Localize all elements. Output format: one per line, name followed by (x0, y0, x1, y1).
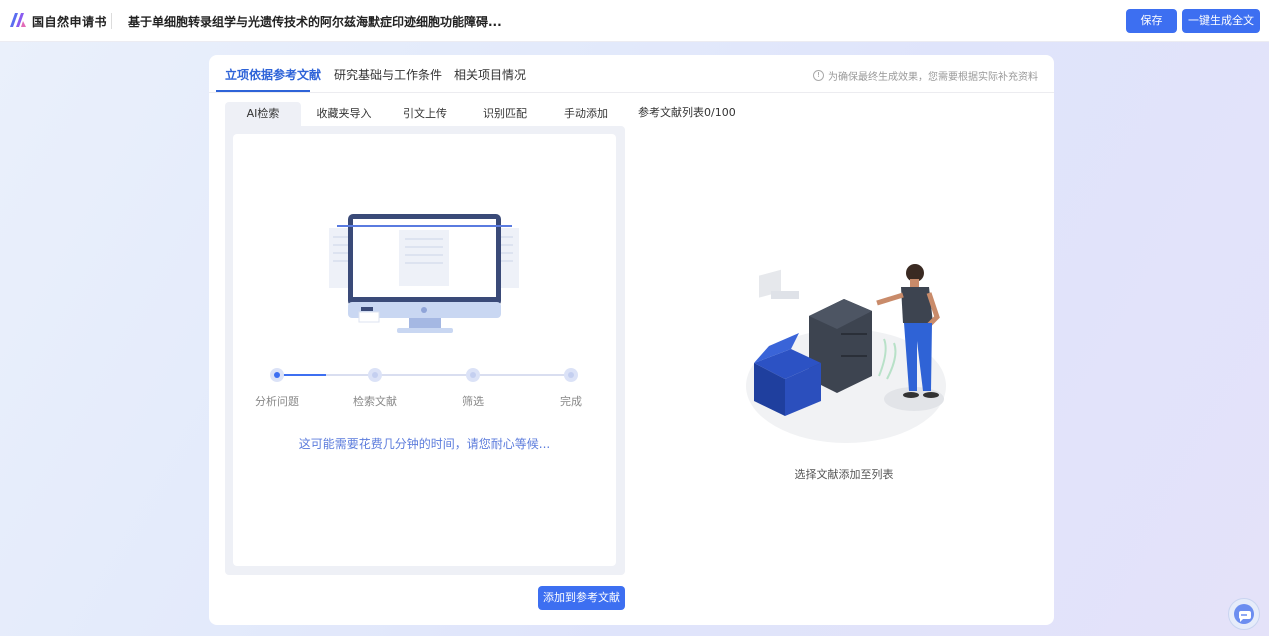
subtab-citation-upload[interactable]: 引文上传 (387, 102, 463, 126)
document-title: 基于单细胞转录组学与光遗传技术的阿尔兹海默症印迹细胞功能障碍... (128, 15, 502, 29)
step-dot-search (368, 368, 382, 382)
hint: ! 为确保最终生成效果，您需要根据实际补充资料 (813, 68, 1038, 83)
step-label-search: 检索文献 (353, 395, 397, 408)
top-bar: 国自然申请书 基于单细胞转录组学与光遗传技术的阿尔兹海默症印迹细胞功能障碍...… (0, 0, 1269, 42)
step-label-filter: 筛选 (462, 395, 484, 408)
empty-list-caption: 选择文献添加至列表 (794, 468, 894, 481)
step-dot-filter (466, 368, 480, 382)
step-track-progress (283, 374, 326, 376)
generate-full-text-button[interactable]: 一键生成全文 (1182, 9, 1260, 33)
subtab-match-identify[interactable]: 识别匹配 (467, 102, 543, 126)
tab-references[interactable]: 立项依据参考文献 (225, 66, 321, 83)
subtab-manual-add[interactable]: 手动添加 (547, 102, 625, 126)
step-dot-analyze (270, 368, 284, 382)
hint-text: 为确保最终生成效果，您需要根据实际补充资料 (828, 72, 1038, 83)
step-dot-complete (564, 368, 578, 382)
add-to-references-button[interactable]: 添加到参考文献 (538, 586, 625, 610)
chat-assistant-button[interactable] (1228, 598, 1260, 630)
subtab-favorites-import[interactable]: 收藏夹导入 (305, 102, 383, 126)
brand-logo-icon (10, 13, 26, 27)
tab-research-basis[interactable]: 研究基础与工作条件 (334, 66, 442, 83)
search-panel: 分析问题 检索文献 筛选 完成 这可能需要花费几分钟的时间，请您耐心等候... (225, 126, 625, 575)
step-label-analyze: 分析问题 (255, 395, 299, 408)
source-subtabs: AI检索 收藏夹导入 引文上传 识别匹配 手动添加 (225, 102, 625, 126)
section-tabs: 立项依据参考文献 研究基础与工作条件 相关项目情况 ! 为确保最终生成效果，您需… (209, 55, 1054, 93)
tab-related-projects[interactable]: 相关项目情况 (454, 66, 526, 83)
brand-name: 国自然申请书 (32, 15, 108, 29)
step-track (283, 374, 573, 376)
header-divider (111, 13, 112, 29)
chat-icon (1234, 604, 1254, 624)
search-progress-area: 分析问题 检索文献 筛选 完成 这可能需要花费几分钟的时间，请您耐心等候... (233, 134, 616, 566)
info-icon: ! (813, 70, 824, 81)
subtab-ai-search[interactable]: AI检索 (225, 102, 301, 126)
reference-list-title: 参考文献列表0/100 (638, 106, 736, 119)
active-tab-indicator (216, 90, 310, 92)
step-label-complete: 完成 (560, 395, 582, 408)
main-card: 立项依据参考文献 研究基础与工作条件 相关项目情况 ! 为确保最终生成效果，您需… (209, 55, 1054, 625)
save-button[interactable]: 保存 (1126, 9, 1177, 33)
empty-list-illustration (746, 264, 946, 443)
wait-message: 这可能需要花费几分钟的时间，请您耐心等候... (298, 437, 551, 451)
progress-steps: 分析问题 检索文献 筛选 完成 (233, 134, 616, 434)
